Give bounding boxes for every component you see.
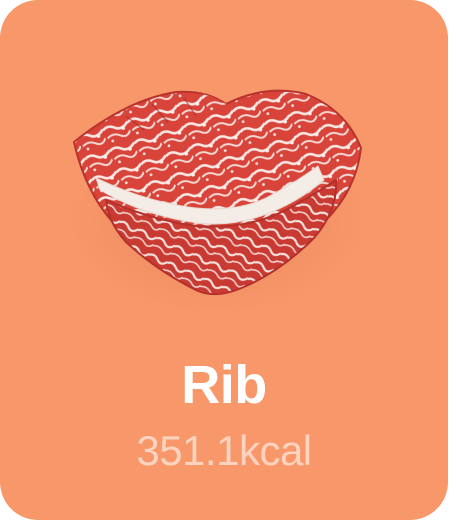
calorie-count: 351.1kcal — [136, 427, 312, 474]
marbled-beef-rib-image — [56, 70, 376, 320]
food-name: Rib — [181, 355, 267, 415]
food-card[interactable]: Rib 351.1kcal — [0, 0, 448, 520]
